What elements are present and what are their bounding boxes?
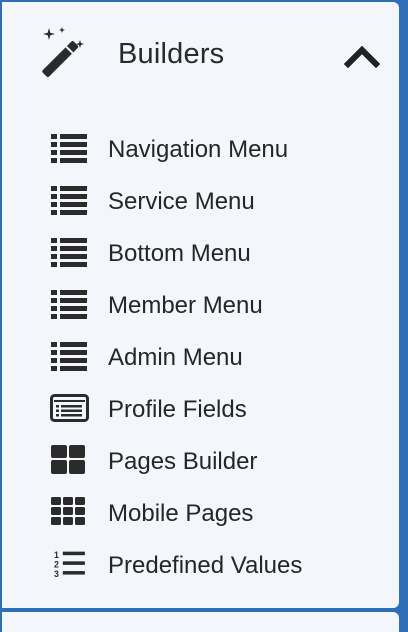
menu-item-label: Navigation Menu xyxy=(108,136,289,163)
menu-item-label: Pages Builder xyxy=(108,448,258,475)
menu-item-pages-builder[interactable]: Pages Builder xyxy=(2,433,399,485)
form-list-icon xyxy=(50,394,89,422)
menu-item-member-menu[interactable]: Member Menu xyxy=(2,277,399,329)
menu-item-mobile-pages[interactable]: Mobile Pages xyxy=(2,485,399,537)
menu-item-label: Mobile Pages xyxy=(108,500,254,527)
menu-item-label: Member Menu xyxy=(108,292,263,319)
svg-text:1: 1 xyxy=(54,550,59,560)
chevron-up-icon[interactable] xyxy=(344,44,380,68)
list-icon xyxy=(51,238,87,267)
menu-item-predefined-values[interactable]: 1 2 3 Predefined Values xyxy=(2,537,399,589)
menu-item-label: Admin Menu xyxy=(108,344,243,371)
svg-text:2: 2 xyxy=(54,560,59,570)
menu-item-label: Predefined Values xyxy=(108,552,303,579)
menu-item-label: Bottom Menu xyxy=(108,240,251,267)
builders-section-header[interactable]: Builders xyxy=(2,2,399,106)
menu-item-navigation-menu[interactable]: Navigation Menu xyxy=(2,121,399,173)
menu-item-label: Service Menu xyxy=(108,188,255,215)
menu-item-bottom-menu[interactable]: Bottom Menu xyxy=(2,225,399,277)
ordered-list-icon: 1 2 3 xyxy=(54,550,85,579)
svg-text:3: 3 xyxy=(54,569,59,579)
large-grid-icon xyxy=(51,445,85,474)
menu-item-label: Profile Fields xyxy=(108,396,247,423)
list-icon xyxy=(51,186,87,215)
builders-section-title: Builders xyxy=(118,38,225,70)
list-icon xyxy=(51,134,87,163)
builders-panel: Builders Navigation Menu Service Menu Bo… xyxy=(2,2,399,608)
menu-item-service-menu[interactable]: Service Menu xyxy=(2,173,399,225)
builders-menu: Navigation Menu Service Menu Bottom Menu xyxy=(2,121,399,589)
menu-item-admin-menu[interactable]: Admin Menu xyxy=(2,329,399,381)
menu-item-profile-fields[interactable]: Profile Fields xyxy=(2,381,399,433)
small-grid-icon xyxy=(51,497,85,525)
next-panel-edge xyxy=(2,612,399,632)
list-icon xyxy=(51,290,87,319)
list-icon xyxy=(51,342,87,371)
magic-wand-icon xyxy=(42,27,84,77)
